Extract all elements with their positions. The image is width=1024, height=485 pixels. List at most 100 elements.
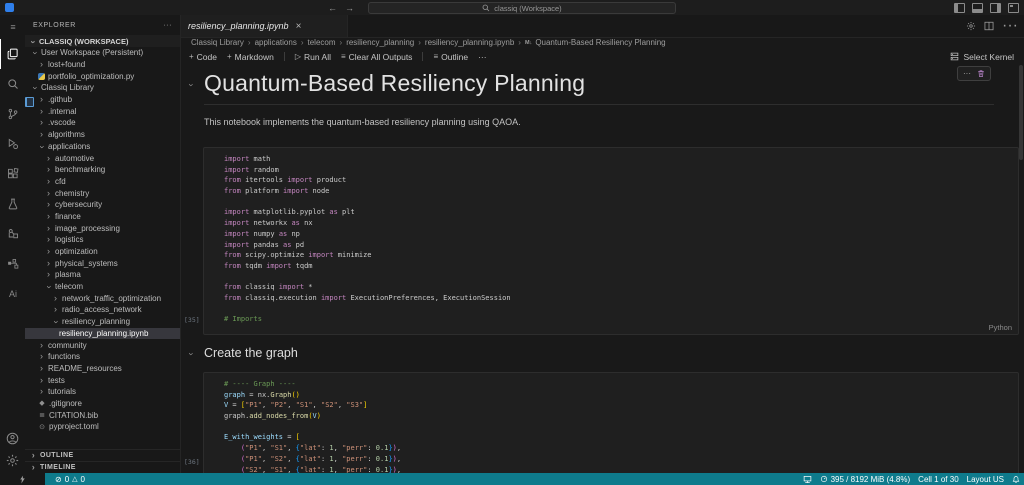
breadcrumb-item[interactable]: applications bbox=[255, 38, 297, 47]
tab-resiliency-planning[interactable]: resiliency_planning.ipynb × bbox=[181, 15, 348, 37]
breadcrumb-item[interactable]: telecom bbox=[308, 38, 336, 47]
timeline-panel-header[interactable]: › TIMELINE bbox=[25, 461, 180, 473]
tree-item-applications[interactable]: ›applications bbox=[25, 141, 180, 153]
nav-back-icon[interactable]: ← bbox=[328, 3, 337, 13]
quantum-apps-icon[interactable] bbox=[0, 219, 25, 249]
tree-item-chemistry[interactable]: ›chemistry bbox=[25, 187, 180, 199]
editor-more-actions-icon[interactable]: ··· bbox=[1002, 17, 1018, 35]
search-view-icon[interactable] bbox=[0, 69, 25, 99]
close-tab-icon[interactable]: × bbox=[296, 21, 302, 32]
tree-item-algorithms[interactable]: ›algorithms bbox=[25, 129, 180, 141]
chevron-down-icon: › bbox=[44, 284, 53, 291]
tree-item-classiq-library[interactable]: ›Classiq Library bbox=[25, 82, 180, 94]
clear-all-outputs-button[interactable]: ≡ Clear All Outputs bbox=[341, 52, 412, 62]
containers-icon[interactable] bbox=[0, 249, 25, 279]
accounts-icon[interactable] bbox=[6, 432, 19, 445]
tree-item-label: chemistry bbox=[55, 189, 89, 198]
tree-item-cfd[interactable]: ›cfd bbox=[25, 176, 180, 188]
tree-item-radio-access-network[interactable]: ›radio_access_network bbox=[25, 304, 180, 316]
notifications-bell-icon[interactable] bbox=[1012, 475, 1020, 484]
add-markdown-cell-button[interactable]: + Markdown bbox=[227, 52, 274, 62]
tree-item-lost-found[interactable]: ›lost+found bbox=[25, 59, 180, 71]
breadcrumb-item[interactable]: resiliency_planning bbox=[346, 38, 414, 47]
tree-item--github[interactable]: ›.github bbox=[25, 94, 180, 106]
tree-item-image-processing[interactable]: ›image_processing bbox=[25, 222, 180, 234]
tree-item-automotive[interactable]: ›automotive bbox=[25, 152, 180, 164]
tree-item--vscode[interactable]: ›.vscode bbox=[25, 117, 180, 129]
tree-item-plasma[interactable]: ›plasma bbox=[25, 269, 180, 281]
tree-item-portfolio-optimization-py[interactable]: portfolio_optimization.py bbox=[25, 70, 180, 82]
tree-item-label: resiliency_planning bbox=[62, 317, 130, 326]
notebook-scrollbar[interactable] bbox=[1019, 65, 1023, 160]
add-code-cell-button[interactable]: + Code bbox=[189, 52, 217, 62]
tree-item--internal[interactable]: ›.internal bbox=[25, 105, 180, 117]
tree-item-pyproject-toml[interactable]: ⊙pyproject.toml bbox=[25, 421, 180, 433]
remote-indicator[interactable] bbox=[0, 473, 45, 485]
tree-item-logistics[interactable]: ›logistics bbox=[25, 234, 180, 246]
workspace-section[interactable]: › CLASSIQ (WORKSPACE) bbox=[25, 35, 180, 47]
errors-icon: ⊘ bbox=[55, 475, 62, 484]
tree-item-user-workspace-persistent-[interactable]: ›User Workspace (Persistent) bbox=[25, 47, 180, 59]
outline-panel-header[interactable]: › OUTLINE bbox=[25, 449, 180, 461]
chevron-right-icon: › bbox=[38, 387, 45, 396]
breadcrumb-item[interactable]: resiliency_planning.ipynb bbox=[425, 38, 514, 47]
code-editor[interactable]: import mathimport randomfrom itertools i… bbox=[204, 148, 1018, 325]
chevron-right-icon: › bbox=[45, 154, 52, 163]
tree-item-telecom[interactable]: ›telecom bbox=[25, 281, 180, 293]
breadcrumb-item[interactable]: Classiq Library bbox=[191, 38, 244, 47]
toolbar-more-icon[interactable]: ··· bbox=[478, 52, 487, 62]
tab-label: resiliency_planning.ipynb bbox=[188, 21, 289, 31]
outline-button[interactable]: ≡ Outline bbox=[433, 52, 468, 62]
tree-item-cybersecurity[interactable]: ›cybersecurity bbox=[25, 199, 180, 211]
tree-item-community[interactable]: ›community bbox=[25, 339, 180, 351]
tree-item--gitignore[interactable]: ◆.gitignore bbox=[25, 398, 180, 410]
cell-position-indicator[interactable]: Cell 1 of 30 bbox=[918, 475, 958, 484]
toggle-panel-icon[interactable] bbox=[972, 3, 983, 13]
warnings-icon: △ bbox=[72, 475, 77, 483]
problems-indicator[interactable]: ⊘ 0 △ 0 bbox=[55, 475, 85, 484]
tree-item-functions[interactable]: ›functions bbox=[25, 351, 180, 363]
collapse-section-icon[interactable]: › bbox=[187, 353, 197, 356]
tree-item-benchmarking[interactable]: ›benchmarking bbox=[25, 164, 180, 176]
tree-item-readme-resources[interactable]: ›README_resources bbox=[25, 363, 180, 375]
toggle-sidebar-icon[interactable] bbox=[954, 3, 965, 13]
explorer-icon[interactable] bbox=[0, 39, 25, 69]
tree-item-label: README_resources bbox=[48, 364, 122, 373]
tree-item-resiliency-planning[interactable]: ›resiliency_planning bbox=[25, 316, 180, 328]
tree-item-tests[interactable]: ›tests bbox=[25, 374, 180, 386]
run-all-button[interactable]: ▷ Run All bbox=[295, 52, 331, 62]
settings-gear-icon[interactable] bbox=[6, 454, 19, 467]
split-editor-icon[interactable] bbox=[984, 21, 994, 31]
notebook-title: Quantum-Based Resiliency Planning bbox=[204, 70, 994, 105]
toggle-secondary-sidebar-icon[interactable] bbox=[990, 3, 1001, 13]
menu-icon[interactable]: ≡ bbox=[0, 15, 25, 39]
tree-item-label: .gitignore bbox=[49, 399, 82, 408]
explorer-more-icon[interactable]: ··· bbox=[163, 22, 172, 29]
collapse-title-icon[interactable]: › bbox=[187, 84, 197, 87]
breadcrumb-item[interactable]: M↓Quantum-Based Resiliency Planning bbox=[525, 38, 666, 47]
extensions-icon[interactable] bbox=[0, 159, 25, 189]
keyboard-layout-indicator[interactable]: Layout US bbox=[967, 475, 1004, 484]
command-center-search[interactable]: classiq (Workspace) bbox=[368, 2, 676, 14]
remote-host-icon[interactable] bbox=[803, 475, 812, 484]
tree-item-physical-systems[interactable]: ›physical_systems bbox=[25, 257, 180, 269]
plus-icon: + bbox=[227, 52, 232, 61]
code-editor[interactable]: # ---- Graph ----graph = nx.Graph()V = [… bbox=[204, 373, 1018, 473]
ai-icon[interactable]: Ai bbox=[0, 279, 25, 309]
memory-usage[interactable]: 395 / 8192 MiB (4.8%) bbox=[820, 475, 911, 484]
tree-item-tutorials[interactable]: ›tutorials bbox=[25, 386, 180, 398]
tree-item-resiliency-planning-ipynb[interactable]: resiliency_planning.ipynb bbox=[25, 328, 180, 340]
source-control-icon[interactable] bbox=[0, 99, 25, 129]
notebook-settings-icon[interactable] bbox=[966, 21, 976, 31]
customize-layout-icon[interactable] bbox=[1008, 3, 1019, 13]
testing-icon[interactable] bbox=[0, 189, 25, 219]
select-kernel-button[interactable]: Select Kernel bbox=[950, 48, 1014, 65]
app-logo-icon[interactable] bbox=[5, 3, 14, 12]
tree-item-citation-bib[interactable]: ≣CITATION.bib bbox=[25, 409, 180, 421]
run-debug-icon[interactable] bbox=[0, 129, 25, 159]
tree-item-finance[interactable]: ›finance bbox=[25, 211, 180, 223]
tree-item-network-traffic-optimization[interactable]: ›network_traffic_optimization bbox=[25, 292, 180, 304]
tree-item-optimization[interactable]: ›optimization bbox=[25, 246, 180, 258]
nav-forward-icon[interactable]: → bbox=[345, 3, 354, 13]
cell-language-label[interactable]: Python bbox=[989, 323, 1012, 332]
